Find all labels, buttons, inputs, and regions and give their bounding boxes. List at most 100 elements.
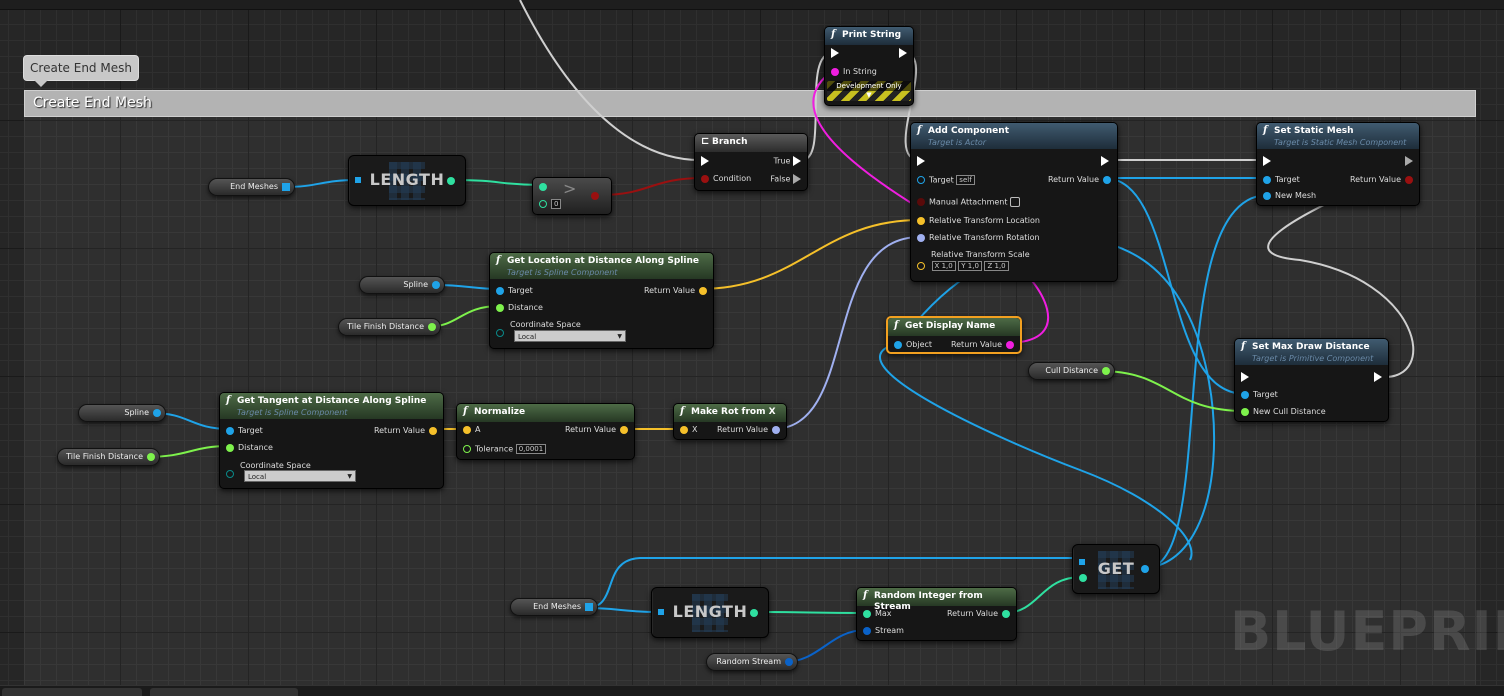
object-pin[interactable]: [894, 340, 902, 349]
exec-out-pin[interactable]: [1101, 156, 1109, 166]
bool-pin[interactable]: [701, 174, 709, 183]
array-in-pin[interactable]: [658, 609, 664, 615]
scale-z-field[interactable]: Z 1,0: [984, 261, 1009, 271]
return-pin[interactable]: [1006, 340, 1014, 349]
tolerance-pin[interactable]: [463, 445, 471, 453]
bool-pin[interactable]: [917, 198, 925, 206]
node-get-location[interactable]: f Get Location at Distance Along Spline Ta…: [489, 252, 714, 349]
expand-arrow-icon[interactable]: ▼: [827, 91, 911, 99]
return-pin[interactable]: [1103, 175, 1111, 184]
pin-label: Coordinate Space: [510, 320, 581, 329]
target-pin[interactable]: [496, 286, 504, 295]
int-pin[interactable]: [863, 609, 871, 618]
exec-in-pin[interactable]: [1241, 372, 1249, 382]
distance-pin[interactable]: [226, 443, 234, 452]
node-set-static-mesh[interactable]: f Set Static Mesh Target is Static Mesh Co…: [1256, 122, 1420, 206]
object-pin[interactable]: [432, 281, 440, 289]
exec-in-pin[interactable]: [1263, 156, 1271, 166]
string-pin[interactable]: [831, 67, 839, 76]
tolerance-field[interactable]: 0,0001: [515, 444, 547, 454]
macro-get[interactable]: GET: [1072, 544, 1160, 594]
coord-space-dropdown[interactable]: Local: [244, 470, 356, 483]
struct-pin[interactable]: [785, 658, 793, 666]
exec-out-pin[interactable]: [1374, 372, 1382, 382]
index-in-pin[interactable]: [1079, 574, 1087, 582]
int-pin-a[interactable]: [539, 182, 547, 191]
target-pin[interactable]: [917, 176, 925, 184]
bool-out-pin[interactable]: [591, 191, 599, 200]
float-pin[interactable]: [428, 323, 436, 331]
bottom-tab-1[interactable]: [2, 688, 142, 696]
node-branch[interactable]: ⊏ Branch True Condition False: [694, 133, 808, 191]
int-out-pin[interactable]: [750, 609, 758, 617]
node-set-max-draw-distance[interactable]: f Set Max Draw Distance Target is Primitiv…: [1234, 338, 1389, 422]
return-pin[interactable]: [772, 425, 780, 434]
array-in-pin[interactable]: [1079, 559, 1085, 565]
var-tile-finish-distance-2[interactable]: Tile Finish Distance: [57, 448, 160, 466]
array-pin[interactable]: [585, 603, 593, 611]
node-greater-than[interactable]: 0 >: [532, 177, 612, 215]
compare-value-field[interactable]: 0: [551, 199, 562, 209]
node-print-string[interactable]: f Print String In String Development Only…: [824, 26, 914, 106]
return-pin[interactable]: [620, 425, 628, 434]
return-pin[interactable]: [1002, 609, 1010, 618]
macro-length-1[interactable]: LENGTH: [348, 155, 466, 206]
exec-out-pin[interactable]: [1405, 156, 1413, 166]
vector-pin[interactable]: [917, 216, 925, 225]
float-pin[interactable]: [147, 453, 155, 461]
macro-length-2[interactable]: LENGTH: [651, 587, 769, 638]
stream-pin[interactable]: [863, 626, 871, 635]
vector-pin[interactable]: [680, 425, 688, 434]
node-get-tangent[interactable]: f Get Tangent at Distance Along Spline Tar…: [219, 392, 444, 489]
item-out-pin[interactable]: [1141, 565, 1149, 573]
var-spline-2[interactable]: Spline: [78, 404, 166, 422]
var-end-meshes-2[interactable]: End Meshes: [510, 598, 598, 616]
array-in-pin[interactable]: [355, 177, 361, 183]
manual-attachment-checkbox[interactable]: [1010, 197, 1021, 207]
coord-space-dropdown[interactable]: Local: [514, 330, 626, 343]
int-out-pin[interactable]: [447, 177, 455, 185]
float-pin[interactable]: [1102, 367, 1110, 375]
scale-x-field[interactable]: X 1,0: [931, 261, 956, 271]
var-tile-finish-distance-1[interactable]: Tile Finish Distance: [338, 318, 441, 336]
distance-pin[interactable]: [496, 303, 504, 312]
return-pin[interactable]: [699, 286, 707, 295]
scale-y-field[interactable]: Y 1,0: [958, 261, 982, 271]
bool-wire-condition: [599, 177, 705, 196]
exec-false-pin[interactable]: [793, 174, 801, 184]
return-pin[interactable]: [1405, 175, 1413, 184]
int-pin-b[interactable]: [539, 200, 547, 208]
var-spline-1[interactable]: Spline: [359, 276, 445, 294]
cull-pin[interactable]: [1241, 407, 1249, 416]
function-icon: f: [463, 406, 468, 417]
bottom-tab-2[interactable]: [150, 688, 298, 696]
exec-in-pin[interactable]: [831, 48, 839, 58]
target-pin[interactable]: [226, 426, 234, 435]
return-pin[interactable]: [429, 426, 437, 435]
exec-out-pin[interactable]: [899, 48, 907, 58]
var-random-stream[interactable]: Random Stream: [706, 653, 798, 671]
node-add-component[interactable]: f Add Component Target is Actor Target sel…: [910, 122, 1118, 282]
node-get-display-name[interactable]: f Get Display Name Object Return Value: [886, 316, 1022, 354]
object-pin[interactable]: [153, 409, 161, 417]
node-random-integer[interactable]: f Random Integer from Stream Max Return V…: [856, 587, 1017, 641]
coord-pin[interactable]: [226, 469, 234, 478]
pin-label: Target: [1253, 390, 1278, 399]
rotator-pin[interactable]: [917, 233, 925, 242]
var-cull-distance[interactable]: Cull Distance: [1028, 362, 1115, 380]
exec-true-pin[interactable]: [793, 156, 801, 166]
array-pin[interactable]: [282, 183, 290, 191]
coord-pin[interactable]: [496, 328, 504, 337]
var-end-meshes-1[interactable]: End Meshes: [208, 178, 295, 196]
mesh-pin[interactable]: [1263, 191, 1271, 200]
scale-pin[interactable]: [917, 262, 925, 270]
exec-in-pin[interactable]: [701, 156, 709, 166]
node-normalize[interactable]: f Normalize A Return Value Tolerance 0,00…: [456, 403, 635, 460]
target-pin[interactable]: [1263, 175, 1271, 184]
node-make-rot-from-x[interactable]: f Make Rot from X X Return Value: [673, 403, 787, 440]
exec-in-pin[interactable]: [917, 156, 925, 166]
target-pin[interactable]: [1241, 390, 1249, 399]
pin-label: False: [770, 174, 791, 184]
vector-pin[interactable]: [463, 425, 471, 434]
self-field[interactable]: self: [956, 175, 975, 185]
